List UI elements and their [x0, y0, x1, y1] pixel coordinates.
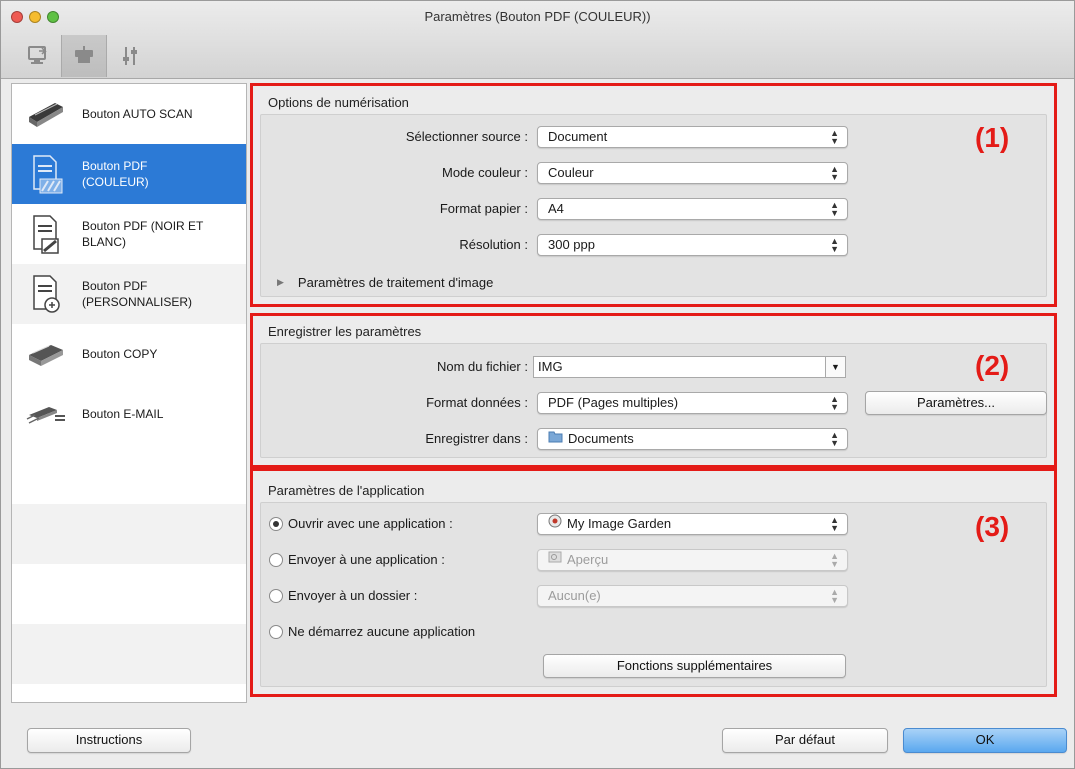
sidebar: Bouton AUTO SCAN Bouton PDF (COULEUR) Bo… [11, 83, 247, 703]
section-title: Paramètres de l'application [268, 483, 425, 498]
sidebar-item-label: Bouton E-MAIL [82, 407, 164, 421]
pdf-bw-icon [33, 215, 59, 254]
folder-icon [548, 429, 563, 449]
sidebar-item-copy[interactable]: Bouton COPY [12, 324, 246, 384]
sidebar-item-label: Bouton PDF (PERSONNALISER) [82, 279, 193, 309]
chevron-updown-icon: ▲ ▼ [830, 164, 839, 182]
copy-icon [29, 345, 63, 366]
preview-app-icon [548, 550, 562, 570]
app-settings-section: Paramètres de l'application (3) Ouvrir a… [250, 468, 1057, 697]
pdf-custom-icon [33, 275, 60, 313]
sidebar-item-label: Bouton AUTO SCAN [82, 107, 193, 121]
save-settings-section: Enregistrer les paramètres (2) Nom du fi… [250, 313, 1057, 468]
sidebar-item-label: Bouton PDF (COULEUR) [82, 159, 149, 189]
scan-options-section: Options de numérisation (1) Sélectionner… [250, 83, 1057, 307]
toolbar-tabs [15, 35, 153, 77]
sidebar-item-pdf-color[interactable]: Bouton PDF (COULEUR) [12, 144, 246, 204]
file-name-combobox[interactable]: IMG ▼ [533, 356, 846, 378]
no-app-radio[interactable]: Ne démarrez aucune application [269, 624, 475, 639]
send-to-app-select[interactable]: Aperçu ▲ ▼ [537, 549, 848, 571]
radio-unselected[interactable] [269, 624, 283, 639]
chevron-updown-icon: ▲ ▼ [830, 128, 839, 146]
defaults-button[interactable]: Par défaut [722, 728, 888, 753]
window-title: Paramètres (Bouton PDF (COULEUR)) [424, 9, 651, 24]
send-to-folder-select[interactable]: Aucun(e) ▲ ▼ [537, 585, 848, 607]
image-processing-disclosure[interactable]: ▶ Paramètres de traitement d'image [277, 275, 493, 290]
radio-selected[interactable] [269, 516, 283, 531]
sidebar-item-label: Bouton COPY [82, 347, 158, 361]
data-format-select[interactable]: PDF (Pages multiples) ▲ ▼ [537, 392, 848, 414]
instructions-button[interactable]: Instructions [27, 728, 191, 753]
radio-unselected[interactable] [269, 552, 283, 567]
file-name-label: Nom du fichier : [436, 359, 528, 374]
title-bar: Paramètres (Bouton PDF (COULEUR)) [1, 1, 1074, 79]
send-to-folder-radio[interactable]: Envoyer à un dossier : [269, 588, 417, 603]
email-icon [26, 407, 65, 424]
general-settings-icon [123, 47, 137, 65]
tab-general-settings[interactable] [107, 35, 153, 77]
source-label: Sélectionner source : [405, 129, 528, 144]
sidebar-item-label: Bouton PDF (NOIR ET BLANC) [82, 219, 204, 249]
chevron-updown-icon: ▲ ▼ [830, 200, 839, 218]
chevron-updown-icon: ▲ ▼ [830, 551, 839, 569]
send-to-app-radio[interactable]: Envoyer à une application : [269, 552, 445, 567]
chevron-down-icon[interactable]: ▼ [825, 357, 845, 377]
sidebar-item-pdf-bw[interactable]: Bouton PDF (NOIR ET BLANC) [12, 204, 246, 264]
settings-window: Paramètres (Bouton PDF (COULEUR)) Bouton… [0, 0, 1075, 769]
open-with-app-radio[interactable]: Ouvrir avec une application : [269, 516, 453, 531]
disclosure-triangle-icon: ▶ [277, 277, 284, 287]
chevron-updown-icon: ▲ ▼ [830, 236, 839, 254]
paper-size-select[interactable]: A4 ▲ ▼ [537, 198, 848, 220]
chevron-updown-icon: ▲ ▼ [830, 394, 839, 412]
save-in-label: Enregistrer dans : [425, 431, 528, 446]
paper-size-label: Format papier : [439, 201, 528, 216]
chevron-updown-icon: ▲ ▼ [830, 515, 839, 533]
ok-button[interactable]: OK [903, 728, 1067, 753]
scan-from-computer-icon [28, 46, 47, 64]
my-image-garden-icon [548, 514, 562, 534]
color-mode-select[interactable]: Couleur ▲ ▼ [537, 162, 848, 184]
pdf-color-icon [33, 155, 63, 194]
sidebar-item-email[interactable]: Bouton E-MAIL [12, 384, 246, 444]
sidebar-item-auto-scan[interactable]: Bouton AUTO SCAN [12, 84, 246, 144]
radio-unselected[interactable] [269, 588, 283, 603]
sidebar-item-pdf-custom[interactable]: Bouton PDF (PERSONNALISER) [12, 264, 246, 324]
chevron-updown-icon: ▲ ▼ [830, 430, 839, 448]
section-marker: (2) [975, 350, 1010, 381]
format-settings-button[interactable]: Paramètres... [865, 391, 1047, 415]
resolution-label: Résolution : [459, 237, 528, 252]
color-mode-label: Mode couleur : [442, 165, 528, 180]
chevron-updown-icon: ▲ ▼ [830, 587, 839, 605]
more-functions-button[interactable]: Fonctions supplémentaires [543, 654, 846, 678]
section-title: Options de numérisation [268, 95, 409, 110]
section-marker: (1) [975, 122, 1010, 153]
open-with-app-select[interactable]: My Image Garden ▲ ▼ [537, 513, 848, 535]
scan-from-panel-icon [75, 46, 93, 63]
section-marker: (3) [975, 511, 1010, 542]
tab-scan-from-panel[interactable] [61, 35, 107, 77]
resolution-select[interactable]: 300 ppp ▲ ▼ [537, 234, 848, 256]
save-in-select[interactable]: Documents ▲ ▼ [537, 428, 848, 450]
source-select[interactable]: Document ▲ ▼ [537, 126, 848, 148]
tab-scan-from-computer[interactable] [15, 35, 61, 77]
section-title: Enregistrer les paramètres [268, 324, 422, 339]
data-format-label: Format données : [426, 395, 528, 410]
auto-scan-icon [29, 103, 63, 127]
